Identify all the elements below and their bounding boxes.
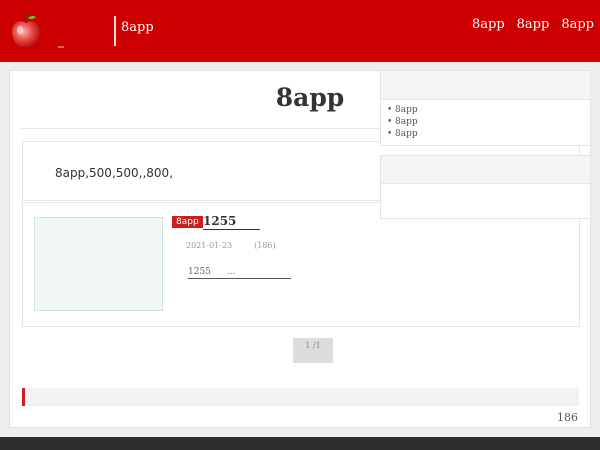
- post-thumbnail[interactable]: [34, 217, 163, 311]
- section-bar: [22, 388, 579, 406]
- sidebar-item-label: 8app: [395, 129, 418, 139]
- sidebar-panel: • 8app • 8app • 8app: [380, 70, 591, 146]
- excerpt-ellipsis: ...: [226, 267, 236, 277]
- sidebar-item[interactable]: • 8app: [387, 128, 418, 140]
- post-item: 8app 1255 2021-01-23 (186) 1255...: [22, 202, 580, 327]
- post-meta: 2021-01-23 (186): [186, 241, 276, 250]
- nav-link-3[interactable]: 8app: [561, 17, 594, 32]
- sidebar-item-label: 8app: [395, 105, 418, 115]
- post-excerpt-link[interactable]: 1255...: [188, 266, 291, 279]
- sidebar-item[interactable]: • 8app: [387, 116, 418, 128]
- site-brand[interactable]: 8app: [121, 20, 154, 35]
- sidebar-panel-header: [381, 71, 590, 100]
- header-divider: [114, 16, 116, 46]
- post-views: (186): [254, 241, 276, 250]
- footer: [0, 437, 600, 450]
- logo-underline: [58, 46, 64, 48]
- main-nav: 8app 8app 8app: [472, 17, 594, 32]
- count-label: 186: [557, 411, 578, 424]
- intro-text: 8app,500,500,,800,: [55, 166, 174, 180]
- sidebar-item-label: 8app: [395, 117, 418, 127]
- nav-link-2[interactable]: 8app: [517, 17, 550, 32]
- excerpt-start: 1255: [188, 267, 211, 277]
- sidebar-panel-secondary: [380, 155, 591, 219]
- category-tag[interactable]: 8app: [172, 216, 203, 228]
- apple-icon[interactable]: [10, 13, 42, 49]
- sidebar-item[interactable]: • 8app: [387, 104, 418, 116]
- post-title-link[interactable]: 1255: [203, 214, 261, 230]
- post-date: 2021-01-23: [186, 241, 233, 250]
- top-header: 8app 8app 8app 8app: [0, 0, 600, 62]
- pagination[interactable]: 1 /1: [293, 338, 333, 363]
- sidebar-list: • 8app • 8app • 8app: [387, 104, 418, 140]
- sidebar-panel-secondary-header: [381, 156, 590, 184]
- nav-link-1[interactable]: 8app: [472, 17, 505, 32]
